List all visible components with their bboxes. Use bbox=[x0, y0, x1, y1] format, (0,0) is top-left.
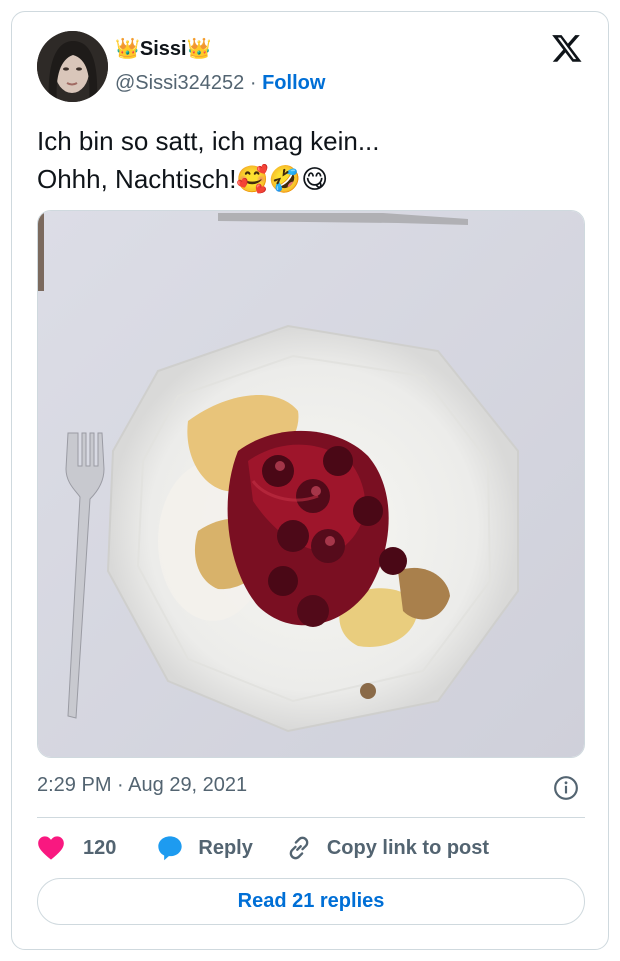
like-count: 120 bbox=[83, 836, 117, 859]
read-replies-button[interactable]: Read 21 replies bbox=[37, 878, 585, 925]
link-icon bbox=[289, 836, 309, 860]
tweet-text: Ich bin so satt, ich mag kein... Ohhh, N… bbox=[37, 122, 587, 198]
handle-separator: · bbox=[249, 72, 257, 94]
like-button[interactable]: 120 bbox=[37, 835, 116, 861]
x-logo-icon[interactable] bbox=[551, 32, 583, 64]
divider bbox=[37, 817, 585, 818]
display-name[interactable]: 👑Sissi👑 bbox=[115, 36, 212, 62]
tweet-time: 2:29 PM bbox=[37, 774, 112, 796]
reply-button[interactable]: Reply bbox=[156, 834, 253, 862]
reply-label: Reply bbox=[198, 836, 253, 859]
copy-link-label: Copy link to post bbox=[326, 836, 490, 859]
action-bar: 120 Reply Copy link to post bbox=[37, 832, 585, 864]
tweet-photo[interactable] bbox=[37, 210, 585, 758]
copy-link-button[interactable]: Copy link to post bbox=[285, 834, 489, 862]
time-separator: · bbox=[117, 774, 124, 796]
tweet-card: 👑Sissi👑 @Sissi324252 · Follow Ich bin so… bbox=[11, 11, 609, 950]
info-icon[interactable] bbox=[553, 775, 579, 801]
heart-icon bbox=[38, 836, 64, 860]
dessert-plate-image bbox=[38, 211, 584, 757]
tweet-date: Aug 29, 2021 bbox=[128, 774, 248, 796]
tweet-text-line: Ohhh, Nachtisch!🥰🤣😋 bbox=[37, 164, 329, 194]
user-handle[interactable]: @Sissi324252 bbox=[115, 72, 244, 94]
follow-button[interactable]: Follow bbox=[262, 72, 325, 94]
speech-bubble-icon bbox=[158, 836, 183, 861]
handle-row: @Sissi324252 · Follow bbox=[115, 70, 325, 96]
tweet-text-line: Ich bin so satt, ich mag kein... bbox=[37, 126, 380, 156]
avatar[interactable] bbox=[37, 31, 108, 102]
timestamp[interactable]: 2:29 PM · Aug 29, 2021 bbox=[37, 772, 247, 798]
